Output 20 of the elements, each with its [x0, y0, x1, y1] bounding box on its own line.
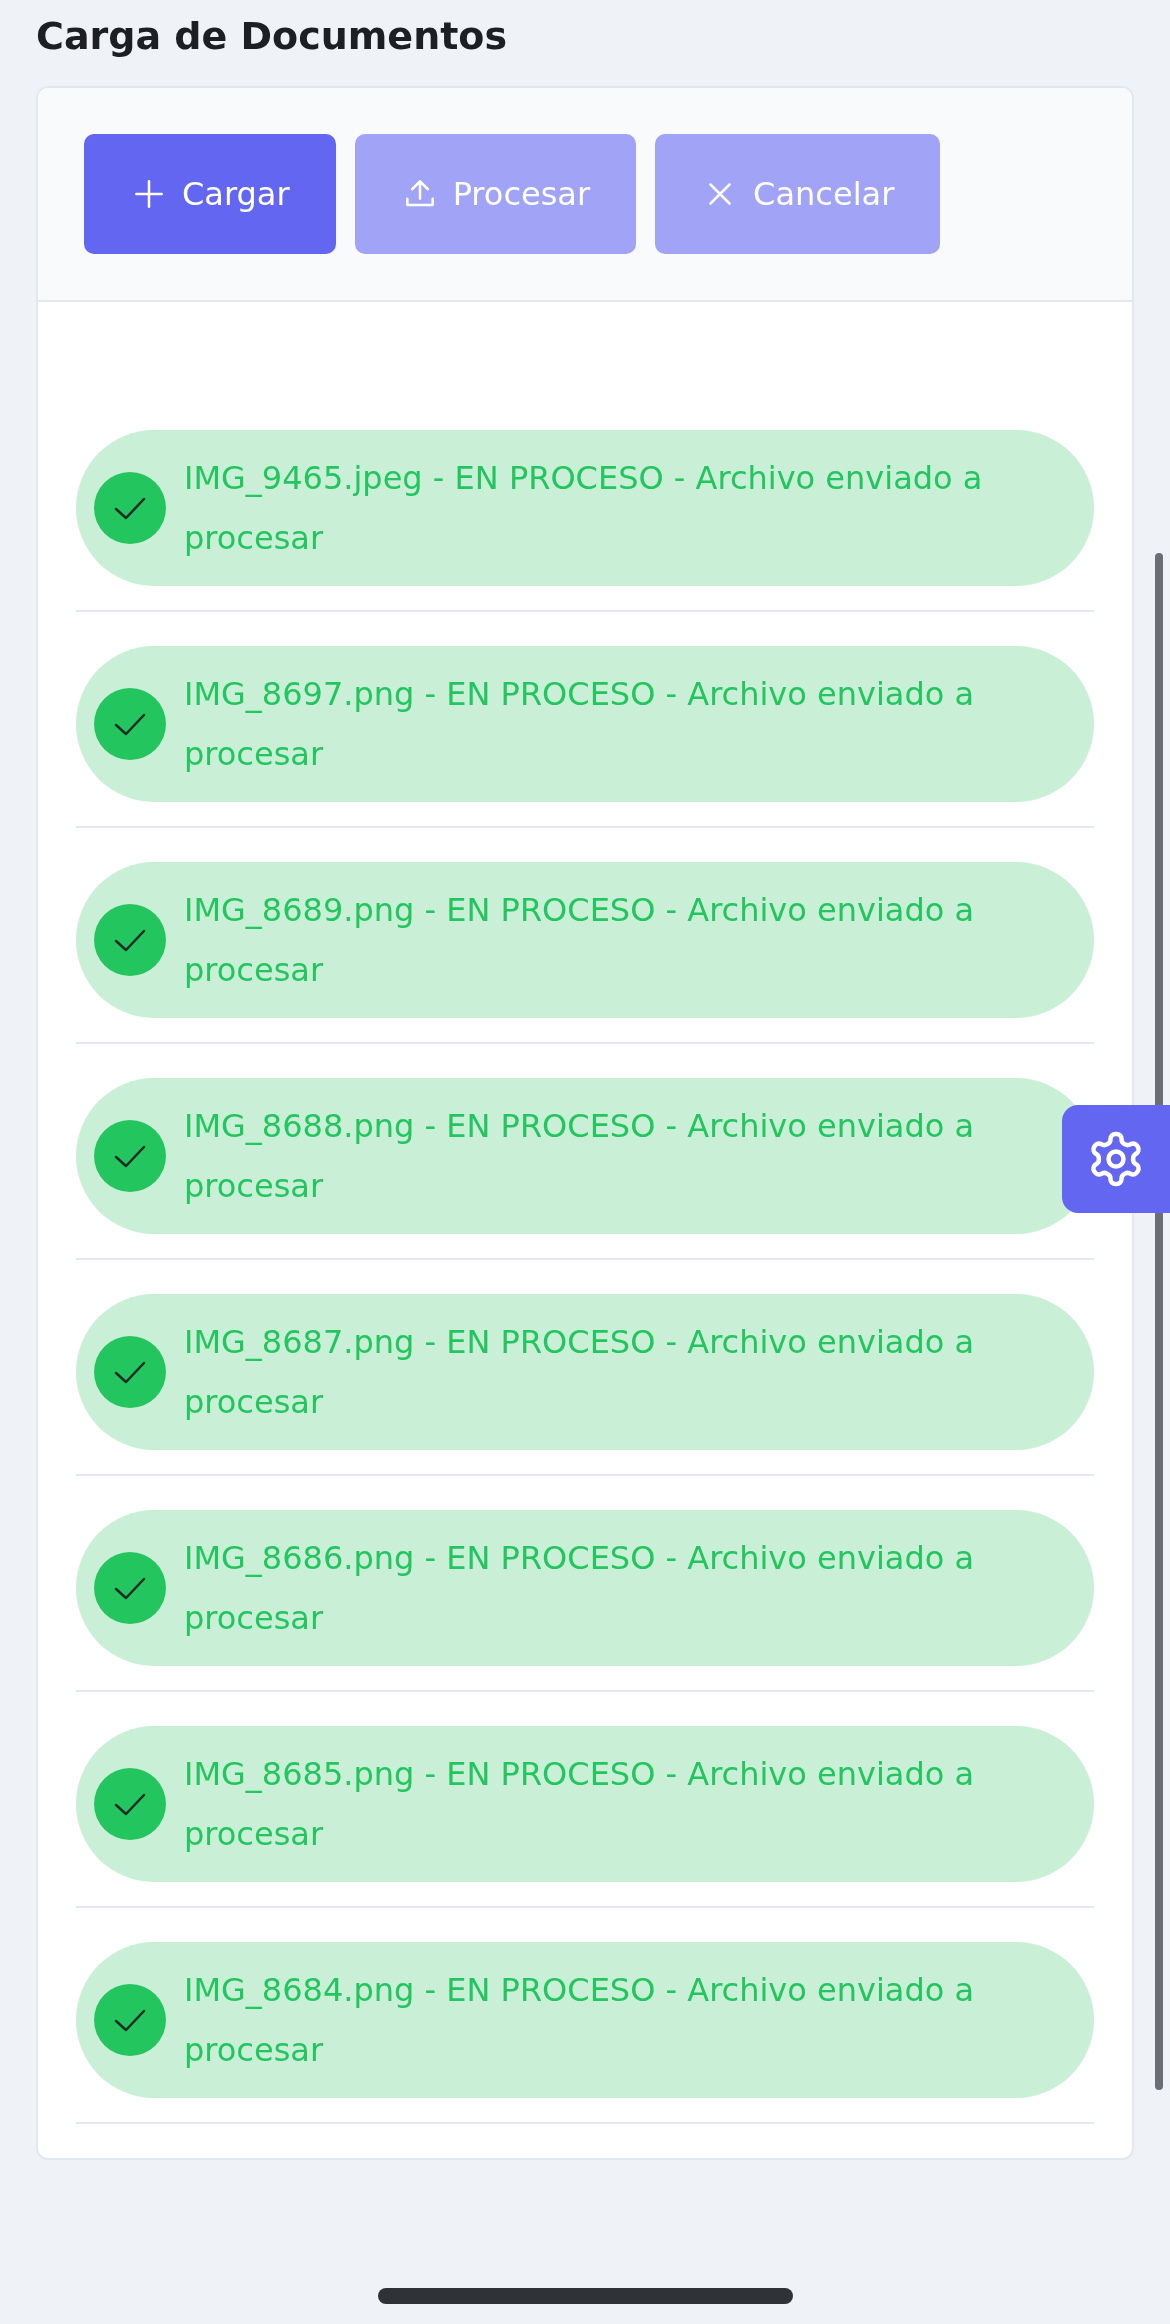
- check-circle-icon: [94, 1120, 166, 1192]
- status-text: IMG_8697.png - EN PROCESO - Archivo enviado a procesar: [184, 674, 976, 775]
- check-circle-icon: [94, 1984, 166, 2056]
- check-circle-icon: [94, 1336, 166, 1408]
- status-text: IMG_8686.png - EN PROCESO - Archivo enviado a procesar: [184, 1538, 976, 1639]
- check-circle-icon: [94, 472, 166, 544]
- page-title: Carga de Documentos: [36, 13, 509, 60]
- check-circle-icon: [94, 1768, 166, 1840]
- status-text: IMG_8687.png - EN PROCESO - Archivo enviado a procesar: [184, 1322, 976, 1423]
- check-circle-icon: [94, 1552, 166, 1624]
- status-text: IMG_8688.png - EN PROCESO - Archivo enviado a procesar: [184, 1106, 976, 1207]
- status-text: IMG_8684.png - EN PROCESO - Archivo enviado a procesar: [184, 1970, 976, 2071]
- status-text: IMG_8685.png - EN PROCESO - Archivo enviado a procesar: [184, 1754, 976, 1855]
- add-button[interactable]: Cargar: [84, 134, 336, 254]
- settings-button[interactable]: [1062, 1105, 1170, 1213]
- status-text: IMG_9465.jpeg - EN PROCESO - Archivo enviado a procesar: [184, 458, 984, 559]
- check-circle-icon: [94, 688, 166, 760]
- check-circle-icon: [94, 904, 166, 976]
- status-text: IMG_8689.png - EN PROCESO - Archivo enviado a procesar: [184, 890, 976, 991]
- scrollbar[interactable]: [1155, 553, 1163, 2090]
